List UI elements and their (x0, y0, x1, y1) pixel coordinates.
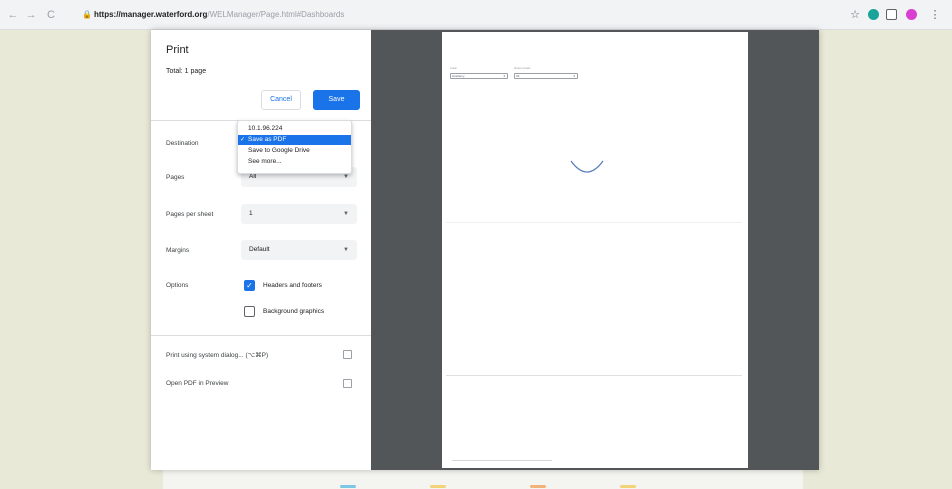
url-path: /WELManager/Page.html#Dashboards (207, 10, 345, 19)
menu-icon[interactable]: ⋮ (928, 8, 942, 22)
background-page-strip (163, 468, 803, 489)
checkmark-icon: ✓ (240, 137, 246, 143)
profile-avatar[interactable] (906, 9, 917, 20)
address-bar[interactable]: 🔒 https://manager.waterford.org/WELManag… (80, 5, 820, 25)
open-pdf-preview-link[interactable]: Open PDF in Preview (166, 380, 229, 387)
star-icon[interactable]: ☆ (848, 8, 862, 22)
reload-icon[interactable]: C (44, 8, 58, 22)
margins-value: Default (249, 246, 270, 253)
destination-option-label: Save as PDF (248, 136, 287, 143)
divider (151, 335, 371, 336)
pages-label: Pages (166, 174, 185, 181)
headers-footers-checkbox[interactable]: ✓ (244, 280, 255, 291)
back-icon[interactable]: ← (6, 8, 20, 22)
preview-filter-value: Academy (452, 74, 465, 78)
background-graphics-checkbox[interactable] (244, 306, 255, 317)
destination-dropdown[interactable]: 10.1.96.224 ✓ Save as PDF Save to Google… (237, 120, 352, 174)
spinner-icon (570, 160, 604, 173)
system-dialog-link[interactable]: Print using system dialog... (⌥⌘P) (166, 351, 268, 359)
preview-filter-select: Academy ▾ (450, 73, 508, 79)
open-external-icon[interactable] (343, 350, 352, 359)
margins-select[interactable]: Default ▼ (241, 240, 357, 260)
dialog-title: Print (166, 44, 189, 56)
page-total: Total: 1 page (166, 68, 207, 75)
save-button[interactable]: Save (313, 90, 360, 110)
background-decoration (620, 485, 636, 488)
pages-per-sheet-value: 1 (249, 210, 253, 217)
destination-option-label: Save to Google Drive (248, 147, 310, 154)
extension-icon[interactable] (868, 9, 879, 20)
lock-icon: 🔒 (82, 10, 92, 19)
url-host: https://manager.waterford.org (94, 10, 208, 19)
open-external-icon[interactable] (343, 379, 352, 388)
preview-page: Grade Academy ▾ Student Grade All ▾ (442, 32, 748, 468)
chevron-down-icon: ▼ (343, 247, 349, 253)
margins-label: Margins (166, 247, 190, 254)
background-decoration (340, 485, 356, 488)
options-label: Options (166, 282, 189, 289)
forward-icon[interactable]: → (24, 8, 38, 22)
background-graphics-label[interactable]: Background graphics (263, 308, 324, 315)
chevron-down-icon: ▾ (573, 74, 575, 78)
print-dialog: Print Total: 1 page Cancel Save Destinat… (151, 30, 819, 470)
print-settings-panel: Print Total: 1 page Cancel Save Destinat… (151, 30, 371, 470)
destination-option-label: 10.1.96.224 (248, 125, 283, 132)
destination-option[interactable]: 10.1.96.224 (238, 124, 351, 134)
checkmark-icon: ✓ (246, 281, 253, 290)
cancel-button[interactable]: Cancel (261, 90, 301, 110)
destination-option-label: See more... (248, 158, 282, 165)
print-preview: Grade Academy ▾ Student Grade All ▾ (371, 30, 819, 470)
preview-divider (446, 222, 742, 223)
destination-label: Destination (166, 140, 199, 147)
headers-footers-label[interactable]: Headers and footers (263, 282, 322, 289)
background-decoration (430, 485, 446, 488)
chevron-down-icon: ▼ (343, 211, 349, 217)
destination-option[interactable]: Save to Google Drive (238, 146, 351, 156)
chevron-down-icon: ▾ (503, 74, 505, 78)
pages-value: All (249, 173, 257, 180)
preview-filter-label: Student Grade (514, 67, 531, 70)
pages-per-sheet-select[interactable]: 1 ▼ (241, 204, 357, 224)
destination-option[interactable]: See more... (238, 157, 351, 167)
browser-toolbar: ← → C 🔒 https://manager.waterford.org/WE… (0, 0, 952, 30)
preview-footer (452, 460, 552, 461)
preview-divider (446, 375, 742, 376)
pages-per-sheet-label: Pages per sheet (166, 211, 214, 218)
preview-filter-label: Grade (450, 67, 457, 70)
background-decoration (530, 485, 546, 488)
extension-icon[interactable] (886, 9, 897, 20)
preview-filter-value: All (516, 74, 520, 78)
destination-option-selected[interactable]: ✓ Save as PDF (238, 135, 351, 145)
preview-filter-select: All ▾ (514, 73, 578, 79)
